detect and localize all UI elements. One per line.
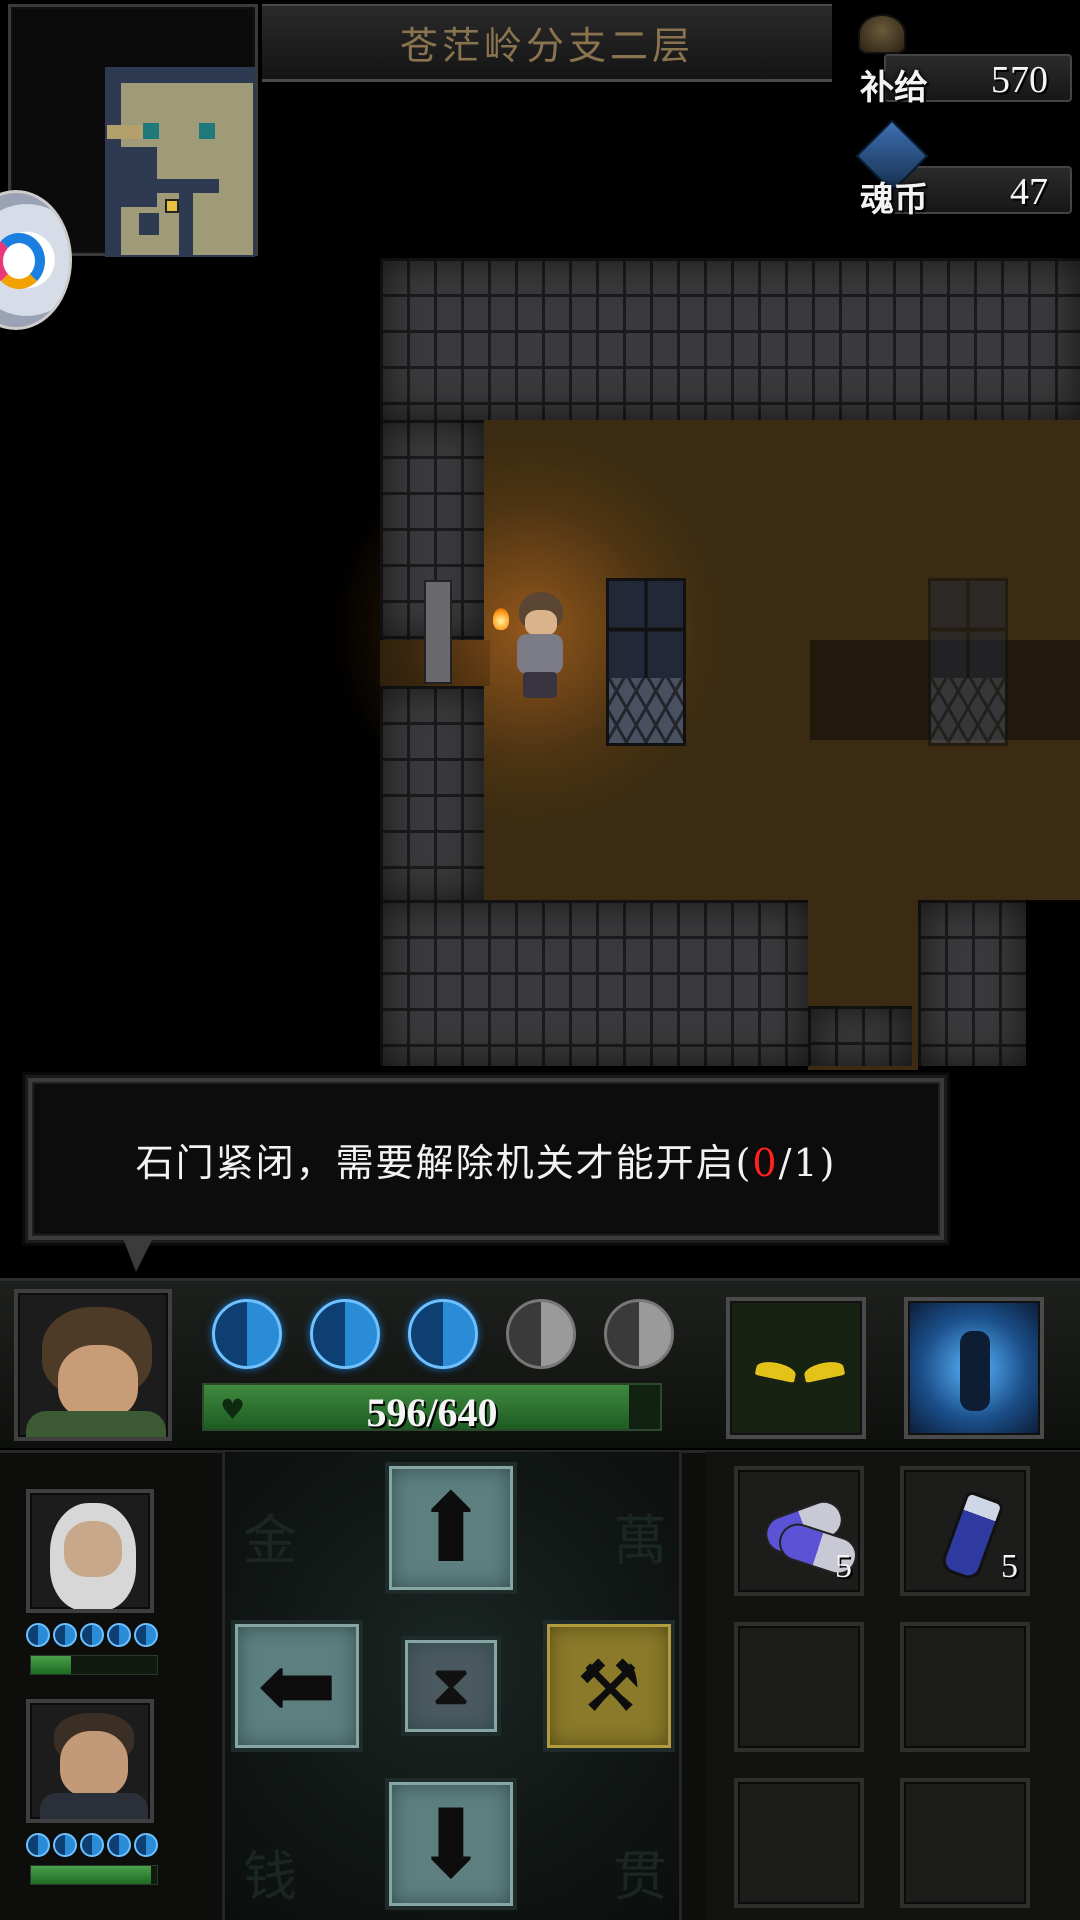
dialog-message-suffix: /1) (778, 1140, 837, 1185)
assistant-logo-icon (0, 233, 45, 289)
top-wall (380, 258, 1080, 420)
soul-coin-counter: 魂币 47 (844, 119, 1072, 224)
seal-decoration: 钱 (243, 1845, 297, 1908)
soul-coin-label: 魂币 (860, 180, 928, 220)
supply-label: 补给 (860, 68, 928, 108)
minimap-door (107, 125, 145, 139)
eyepatch-hp-bar (30, 1865, 158, 1885)
energy-orb-icon (506, 1299, 576, 1369)
energy-orb-icon (408, 1299, 478, 1369)
stone-pillar-far (928, 578, 1008, 746)
potion-count: 5 (1001, 1548, 1018, 1585)
player-portrait[interactable] (14, 1289, 172, 1441)
minimap-wall (179, 193, 193, 255)
minimap-dark-area (139, 213, 159, 235)
dialog-message-prefix: 石门紧闭，需要解除机关才能开启( (135, 1140, 753, 1185)
portrait-clothes (26, 1411, 166, 1437)
glowing-eyes-icon (754, 1359, 798, 1383)
dig-button[interactable]: ⚒ (543, 1620, 675, 1752)
direction-pad: 金 萬 钱 贯 ⬆ ⬅ ⧗ ⚒ ⬇ (222, 1452, 682, 1920)
minimap-player-marker (165, 199, 179, 213)
elder-portrait (26, 1489, 154, 1613)
bottom-wall-right (918, 900, 1026, 1066)
arrow-left-icon: ⬅ (256, 1630, 338, 1742)
stone-door[interactable] (424, 580, 452, 684)
elder-face (64, 1521, 122, 1577)
arrow-down-icon: ⬇ (410, 1788, 492, 1900)
bottom-wall-left (380, 900, 808, 1066)
inventory-slot-empty[interactable] (900, 1778, 1030, 1908)
glowing-eye-right (802, 1359, 846, 1383)
minimap-corridor (105, 147, 157, 207)
inventory-slot-pills[interactable]: 5 (734, 1466, 864, 1596)
inventory-slot-potion[interactable]: 5 (900, 1466, 1030, 1596)
floor-title: 苍茫岭分支二层 (262, 4, 832, 82)
seal-decoration: 金 (243, 1509, 297, 1572)
minimap-pillar (143, 123, 159, 139)
minimap-wall (141, 179, 219, 193)
shovel-icon: ⚒ (576, 1644, 642, 1728)
inventory-grid: 5 5 (706, 1452, 1080, 1920)
hourglass-icon: ⧗ (431, 1653, 471, 1718)
eyepatch-clothes (40, 1793, 148, 1819)
supply-value: 570 (991, 59, 1048, 101)
potion-bottle-icon (938, 1489, 1006, 1583)
seal-decoration: 萬 (613, 1509, 667, 1572)
elder-hp-fill (31, 1656, 72, 1674)
move-up-button[interactable]: ⬆ (385, 1462, 517, 1594)
dialog-pointer (122, 1236, 154, 1272)
martial-stance-icon (960, 1331, 990, 1411)
supply-counter: 补给 570 (844, 14, 1072, 112)
stance-skill[interactable] (904, 1297, 1044, 1439)
left-wall-lower (380, 686, 484, 900)
move-down-button[interactable]: ⬇ (385, 1778, 517, 1910)
eyepatch-face (60, 1731, 128, 1797)
seal-decoration: 贯 (613, 1845, 667, 1908)
minimap-pillar (199, 123, 215, 139)
arrow-up-icon: ⬆ (410, 1472, 492, 1584)
message-dialog[interactable]: 石门紧闭，需要解除机关才能开启(0/1) (25, 1075, 947, 1243)
eyepatch-hp-fill (31, 1866, 151, 1884)
inventory-slot-empty[interactable] (734, 1778, 864, 1908)
supply-pot-icon (858, 14, 906, 54)
wait-button[interactable]: ⧗ (401, 1636, 501, 1736)
player-hud: ♥ 596/640 (0, 1278, 1080, 1448)
dialog-progress-current: 0 (752, 1140, 779, 1185)
portrait-face (58, 1345, 138, 1419)
dialog-message: 石门紧闭，需要解除机关才能开启(0/1) (136, 1132, 837, 1187)
energy-orb-icon (310, 1299, 380, 1369)
inventory-slot-empty[interactable] (734, 1622, 864, 1752)
player-character[interactable] (493, 592, 575, 702)
stone-pillar (606, 578, 686, 746)
elder-energy (26, 1623, 162, 1647)
eyepatch-energy (26, 1833, 162, 1857)
energy-orb-icon (604, 1299, 674, 1369)
elder-hp-bar (30, 1655, 158, 1675)
pills-count: 5 (835, 1548, 852, 1585)
eyepatch-portrait (26, 1699, 154, 1823)
move-left-button[interactable]: ⬅ (231, 1620, 363, 1752)
soul-coin-value: 47 (1010, 171, 1048, 213)
inventory-slot-empty[interactable] (900, 1622, 1030, 1752)
shadow-eyes-skill[interactable] (726, 1297, 866, 1439)
hp-text: 596/640 (366, 1390, 498, 1435)
bottom-wall-mid (808, 1006, 912, 1066)
torch-icon (493, 608, 509, 630)
energy-orb-icon (212, 1299, 282, 1369)
player-hp-bar: ♥ 596/640 (202, 1383, 662, 1435)
